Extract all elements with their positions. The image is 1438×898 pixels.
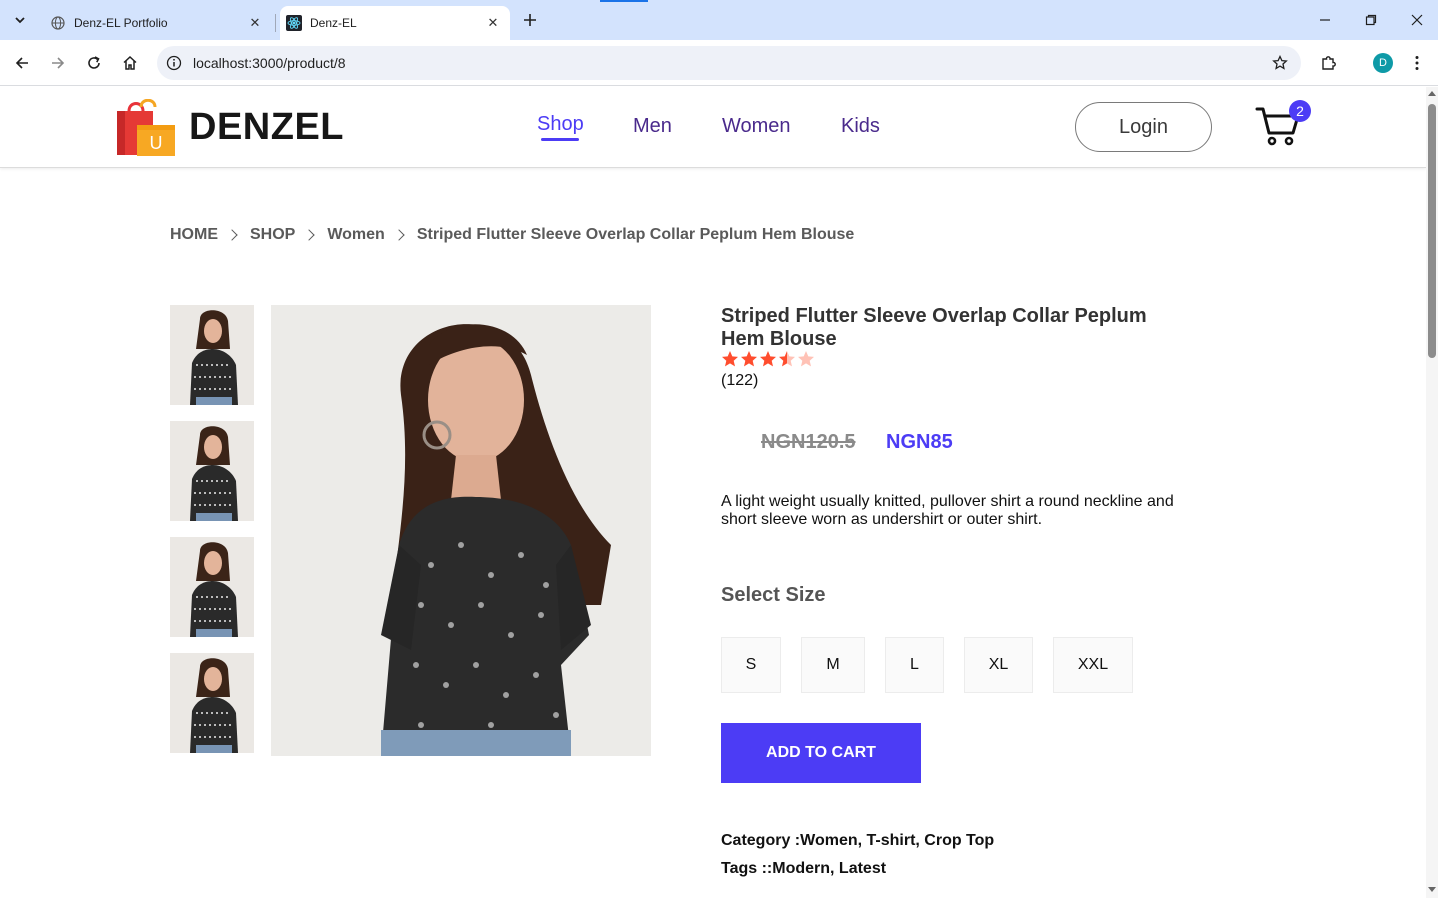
size-option-s[interactable]: S xyxy=(721,637,781,693)
page-scrollbar[interactable] xyxy=(1426,87,1438,898)
add-to-cart-button[interactable]: ADD TO CART xyxy=(721,723,921,783)
more-vertical-icon xyxy=(1415,56,1419,70)
product-thumbnail[interactable] xyxy=(170,305,254,405)
login-button[interactable]: Login xyxy=(1075,102,1212,152)
size-option-l[interactable]: L xyxy=(885,637,944,693)
category-value: Women, T-shirt, Crop Top xyxy=(800,832,995,849)
tab-search-button[interactable] xyxy=(8,8,32,32)
scrollbar-thumb[interactable] xyxy=(1428,104,1436,358)
brand-name[interactable]: DENZEL xyxy=(189,106,344,149)
scroll-down-arrow-icon[interactable] xyxy=(1428,887,1436,892)
close-icon[interactable]: ✕ xyxy=(246,14,264,32)
close-icon xyxy=(1411,14,1423,26)
product-tags: Tags ::Modern, Latest xyxy=(721,860,886,878)
select-size-label: Select Size xyxy=(721,584,826,606)
browser-menu-button[interactable] xyxy=(1405,51,1429,75)
close-window-button[interactable] xyxy=(1403,8,1431,32)
star-rating xyxy=(721,350,816,368)
product-thumbnail[interactable] xyxy=(170,421,254,521)
minimize-icon xyxy=(1320,19,1330,21)
arrow-right-icon xyxy=(52,57,65,69)
product-thumbnail[interactable] xyxy=(170,537,254,637)
product-description: A light weight usually knitted, pullover… xyxy=(721,493,1174,528)
new-price: NGN85 xyxy=(886,431,953,453)
product-title: Striped Flutter Sleeve Overlap Collar Pe… xyxy=(721,305,1147,350)
nav-men[interactable]: Men xyxy=(633,115,672,138)
chevron-down-icon xyxy=(15,17,25,24)
close-icon[interactable]: ✕ xyxy=(484,14,502,32)
tab-drag-indicator xyxy=(600,0,648,2)
breadcrumb-women[interactable]: Women xyxy=(327,226,384,244)
breadcrumb: HOME SHOP Women Striped Flutter Sleeve O… xyxy=(170,226,854,244)
forward-button[interactable] xyxy=(46,51,70,75)
extensions-button[interactable] xyxy=(1317,51,1341,75)
plus-icon xyxy=(524,14,536,26)
chevron-right-icon xyxy=(393,229,405,241)
site-navbar: U DENZEL Shop Men Women Kids Login 2 xyxy=(0,87,1426,168)
browser-toolbar: localhost:3000/product/8 xyxy=(0,40,1438,86)
nav-kids[interactable]: Kids xyxy=(841,115,880,138)
star-half-icon xyxy=(779,351,795,367)
tags-value: Modern, Latest xyxy=(772,860,887,877)
breadcrumb-home[interactable]: HOME xyxy=(170,226,218,244)
chevron-right-icon xyxy=(303,229,316,241)
star-empty-icon xyxy=(798,351,814,367)
cart-count-badge: 2 xyxy=(1289,100,1311,122)
react-icon xyxy=(286,15,302,31)
star-full-icon xyxy=(722,351,738,367)
arrow-left-icon xyxy=(15,57,28,69)
address-bar[interactable]: localhost:3000/product/8 xyxy=(157,46,1301,80)
restore-button[interactable] xyxy=(1357,8,1385,32)
tab-title: Denz-EL xyxy=(310,16,357,30)
size-option-xxl[interactable]: XXL xyxy=(1053,637,1133,693)
site-info-icon[interactable] xyxy=(165,54,183,72)
globe-icon xyxy=(50,15,66,31)
review-count: (122) xyxy=(721,372,759,389)
tab-denz-el[interactable]: Denz-EL ✕ xyxy=(280,6,510,40)
nav-shop[interactable]: Shop xyxy=(537,113,584,136)
product-thumbnail[interactable] xyxy=(170,653,254,753)
nav-women[interactable]: Women xyxy=(722,115,791,138)
browser-tab-bar: Denz-EL Portfolio ✕ Denz-EL ✕ xyxy=(0,0,1438,40)
breadcrumb-shop[interactable]: SHOP xyxy=(250,226,295,244)
tab-divider xyxy=(275,14,276,32)
reload-button[interactable] xyxy=(82,51,106,75)
star-full-icon xyxy=(760,351,776,367)
product-category: Category :Women, T-shirt, Crop Top xyxy=(721,832,994,850)
home-icon xyxy=(123,55,137,70)
category-label: Category : xyxy=(721,832,801,849)
breadcrumb-product: Striped Flutter Sleeve Overlap Collar Pe… xyxy=(416,226,855,243)
minimize-button[interactable] xyxy=(1311,8,1339,32)
shopping-bag-logo-icon[interactable]: U xyxy=(115,99,177,157)
old-price: NGN120.5 xyxy=(761,431,856,453)
chevron-right-icon xyxy=(226,229,238,241)
size-option-xl[interactable]: XL xyxy=(964,637,1033,693)
new-tab-button[interactable] xyxy=(518,8,542,32)
scroll-up-arrow-icon[interactable] xyxy=(1428,91,1436,96)
reload-icon xyxy=(88,56,100,69)
product-main-image xyxy=(271,305,651,756)
profile-avatar[interactable]: D xyxy=(1373,53,1393,73)
star-full-icon xyxy=(741,351,757,367)
home-button[interactable] xyxy=(118,51,142,75)
restore-icon xyxy=(1365,14,1377,26)
tab-denz-el-portfolio[interactable]: Denz-EL Portfolio ✕ xyxy=(40,6,272,40)
svg-text:U: U xyxy=(150,133,163,153)
url-text: localhost:3000/product/8 xyxy=(193,55,346,71)
bookmark-star-icon[interactable] xyxy=(1271,54,1289,72)
tags-label: Tags :: xyxy=(721,860,773,877)
size-option-m[interactable]: M xyxy=(801,637,865,693)
puzzle-icon xyxy=(1322,56,1336,70)
back-button[interactable] xyxy=(10,51,34,75)
page-content: U DENZEL Shop Men Women Kids Login 2 HOM… xyxy=(0,87,1426,898)
tab-title: Denz-EL Portfolio xyxy=(74,16,168,30)
active-nav-underline xyxy=(541,138,579,141)
